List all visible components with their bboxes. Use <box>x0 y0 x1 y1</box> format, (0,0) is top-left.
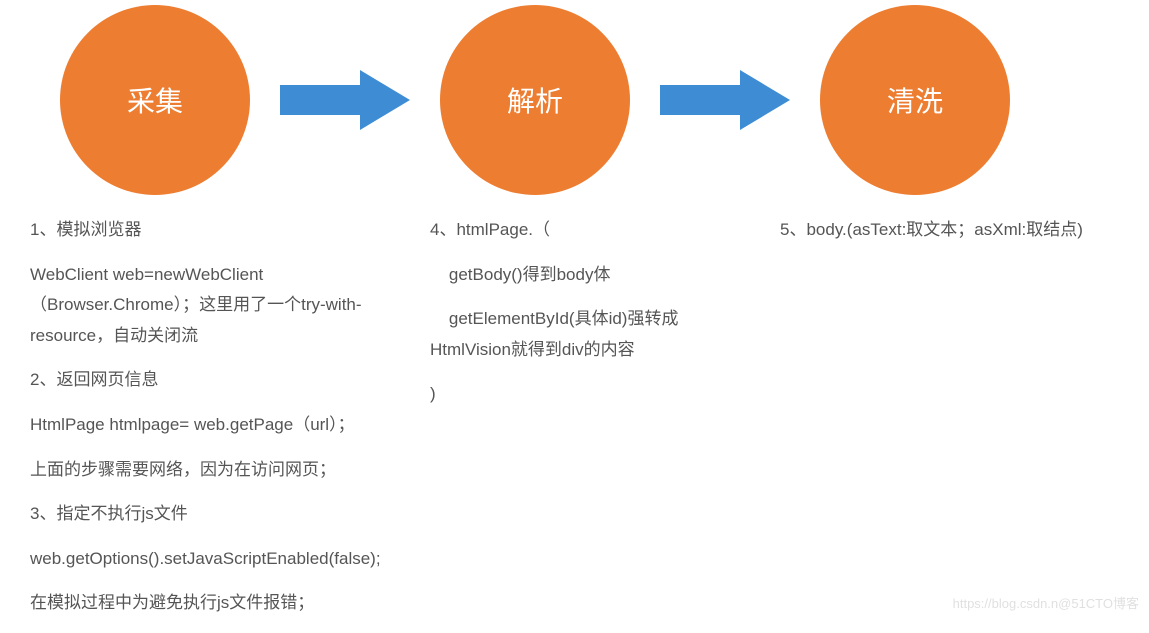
detail-text: getBody()得到body体 <box>430 260 730 291</box>
detail-text: getElementById(具体id)强转成HtmlVision就得到div的… <box>430 304 730 365</box>
detail-text: 5、body.(asText:取文本；asXml:取结点) <box>780 215 1100 246</box>
column-clean: 5、body.(asText:取文本；asXml:取结点) <box>770 215 1100 633</box>
detail-text: ) <box>430 379 730 410</box>
detail-text: 在模拟过程中为避免执行js文件报错； <box>30 588 380 619</box>
column-parse: 4、htmlPage.（ getBody()得到body体 getElement… <box>420 215 730 633</box>
steps-row: 采集 解析 清洗 <box>0 5 1149 195</box>
column-collect: 1、模拟浏览器 WebClient web=newWebClient（Brows… <box>30 215 380 633</box>
step-label: 解析 <box>507 80 563 120</box>
detail-text: WebClient web=newWebClient（Browser.Chrom… <box>30 260 380 352</box>
detail-text: HtmlPage htmlpage= web.getPage（url）； <box>30 410 380 441</box>
arrow-icon <box>660 70 790 130</box>
detail-text: 1、模拟浏览器 <box>30 215 380 246</box>
arrow-icon <box>280 70 410 130</box>
step-circle-clean: 清洗 <box>820 5 1010 195</box>
detail-text: 上面的步骤需要网络，因为在访问网页； <box>30 455 380 486</box>
watermark-text: https://blog.csdn.n@51CTO博客 <box>953 593 1139 612</box>
step-label: 清洗 <box>887 80 943 120</box>
step-circle-collect: 采集 <box>60 5 250 195</box>
detail-text: 2、返回网页信息 <box>30 365 380 396</box>
detail-text: 3、指定不执行js文件 <box>30 499 380 530</box>
step-label: 采集 <box>127 80 183 120</box>
detail-text: 4、htmlPage.（ <box>430 215 730 246</box>
step-circle-parse: 解析 <box>440 5 630 195</box>
details-row: 1、模拟浏览器 WebClient web=newWebClient（Brows… <box>0 195 1149 633</box>
detail-text: web.getOptions().setJavaScriptEnabled(fa… <box>30 544 380 575</box>
